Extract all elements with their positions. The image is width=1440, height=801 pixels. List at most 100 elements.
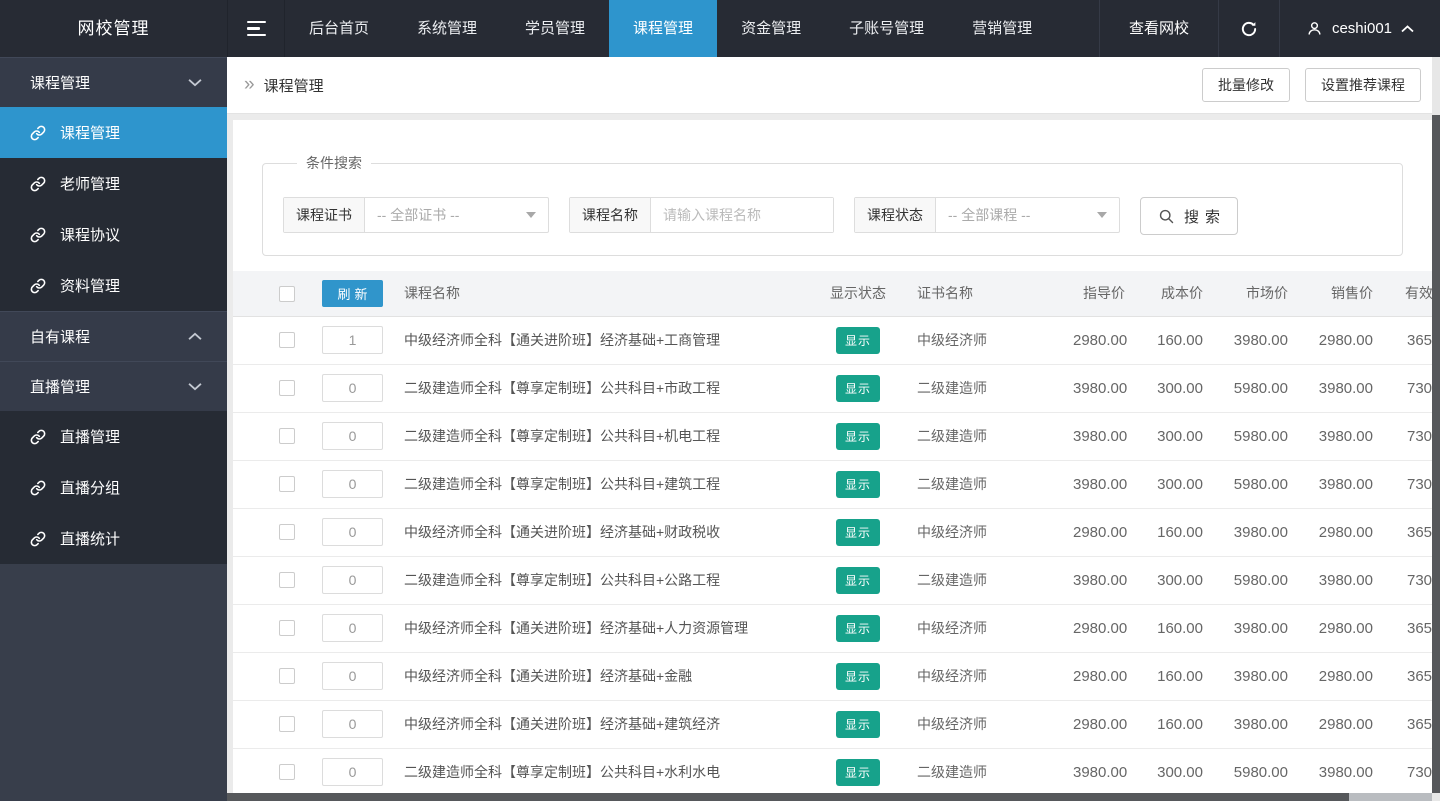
sort-order-input[interactable] bbox=[322, 566, 383, 594]
vertical-scrollbar[interactable] bbox=[1432, 57, 1440, 801]
top-nav-item[interactable]: 后台首页 bbox=[285, 0, 393, 57]
sort-order-input[interactable] bbox=[322, 374, 383, 402]
validity-days: 730 bbox=[1407, 379, 1432, 397]
sidebar-group-header[interactable]: 直播管理 bbox=[0, 361, 227, 411]
cost-price: 160.00 bbox=[1157, 619, 1203, 637]
sale-price: 2980.00 bbox=[1318, 619, 1373, 637]
course-name-input[interactable] bbox=[651, 198, 833, 232]
top-nav-item[interactable]: 系统管理 bbox=[393, 0, 501, 57]
sidebar-group-header[interactable]: 自有课程 bbox=[0, 311, 227, 361]
sidebar-item[interactable]: 直播统计 bbox=[0, 513, 227, 564]
row-checkbox[interactable] bbox=[279, 715, 295, 732]
sale-price: 2980.00 bbox=[1318, 667, 1373, 685]
cost-price: 300.00 bbox=[1157, 763, 1203, 781]
sidebar-item-label: 课程协议 bbox=[60, 227, 121, 244]
search-legend: 条件搜索 bbox=[306, 155, 362, 171]
horizontal-scrollbar[interactable] bbox=[227, 793, 1440, 801]
app-logo[interactable]: 网校管理 bbox=[0, 0, 227, 57]
cost-price: 300.00 bbox=[1157, 427, 1203, 445]
col-header-guide-price: 指导价 bbox=[1073, 271, 1151, 317]
sort-order-input[interactable] bbox=[322, 422, 383, 450]
sort-order-input[interactable] bbox=[322, 470, 383, 498]
username: ceshi001 bbox=[1331, 20, 1392, 37]
top-nav-item[interactable]: 营销管理 bbox=[948, 0, 1056, 57]
validity-days: 365 bbox=[1407, 667, 1432, 685]
market-price: 3980.00 bbox=[1233, 667, 1288, 685]
set-recommend-button[interactable]: 设置推荐课程 bbox=[1305, 68, 1421, 102]
row-checkbox[interactable] bbox=[279, 379, 295, 396]
sidebar-group-label: 课程管理 bbox=[30, 75, 91, 92]
status-badge[interactable]: 显示 bbox=[835, 374, 880, 402]
table-row: 二级建造师全科【尊享定制班】公共科目+公路工程 显示 二级建造师 3980.00… bbox=[233, 556, 1432, 604]
top-nav-item[interactable]: 资金管理 bbox=[717, 0, 825, 57]
course-status-filter: 课程状态 -- 全部课程 -- bbox=[854, 197, 1120, 233]
course-name: 中级经济师全科【通关进阶班】经济基础+财政税收 bbox=[404, 524, 721, 540]
sort-order-input[interactable] bbox=[322, 710, 383, 738]
sort-order-input[interactable] bbox=[322, 614, 383, 642]
sidebar-item[interactable]: 老师管理 bbox=[0, 158, 227, 209]
topbar-right: 查看网校 ceshi001 bbox=[1098, 0, 1440, 57]
row-checkbox[interactable] bbox=[279, 667, 295, 684]
refresh-icon[interactable] bbox=[1217, 0, 1280, 57]
sidebar-group-label: 自有课程 bbox=[30, 329, 91, 346]
row-checkbox[interactable] bbox=[279, 331, 295, 348]
link-icon bbox=[30, 176, 46, 192]
certificate-name: 二级建造师 bbox=[917, 476, 987, 492]
row-checkbox[interactable] bbox=[279, 763, 295, 780]
market-price: 3980.00 bbox=[1233, 523, 1288, 541]
certificate-filter: 课程证书 -- 全部证书 -- bbox=[283, 197, 549, 233]
status-badge[interactable]: 显示 bbox=[835, 422, 880, 450]
status-badge[interactable]: 显示 bbox=[835, 758, 880, 786]
status-badge[interactable]: 显示 bbox=[835, 326, 880, 354]
status-badge[interactable]: 显示 bbox=[835, 470, 880, 498]
sidebar-item[interactable]: 资料管理 bbox=[0, 260, 227, 311]
status-badge[interactable]: 显示 bbox=[835, 614, 880, 642]
row-checkbox[interactable] bbox=[279, 427, 295, 444]
sort-order-input[interactable] bbox=[322, 518, 383, 546]
row-checkbox[interactable] bbox=[279, 571, 295, 588]
status-badge[interactable]: 显示 bbox=[835, 710, 880, 738]
sidebar-item[interactable]: 课程管理 bbox=[0, 107, 227, 158]
top-nav-item[interactable]: 课程管理 bbox=[609, 0, 718, 57]
horizontal-scrollbar-thumb[interactable] bbox=[227, 793, 1350, 801]
select-all-checkbox[interactable] bbox=[279, 285, 295, 302]
row-checkbox[interactable] bbox=[279, 475, 295, 492]
status-badge[interactable]: 显示 bbox=[835, 566, 880, 594]
certificate-name: 二级建造师 bbox=[917, 572, 987, 588]
course-status-select[interactable]: -- 全部课程 -- bbox=[936, 198, 1119, 232]
certificate-select[interactable]: -- 全部证书 -- bbox=[365, 198, 548, 232]
user-menu[interactable]: ceshi001 bbox=[1280, 0, 1440, 57]
validity-days: 365 bbox=[1407, 715, 1432, 733]
cost-price: 160.00 bbox=[1157, 667, 1203, 685]
top-nav-item[interactable]: 学员管理 bbox=[501, 0, 609, 57]
status-badge[interactable]: 显示 bbox=[835, 518, 880, 546]
sort-order-input[interactable] bbox=[322, 326, 383, 354]
sidebar-item[interactable]: 直播分组 bbox=[0, 462, 227, 513]
market-price: 5980.00 bbox=[1233, 379, 1288, 397]
menu-toggle-icon[interactable] bbox=[227, 0, 285, 57]
sale-price: 2980.00 bbox=[1318, 523, 1373, 541]
vertical-scrollbar-thumb[interactable] bbox=[1432, 115, 1440, 793]
sidebar-item[interactable]: 课程协议 bbox=[0, 209, 227, 260]
link-icon bbox=[30, 480, 46, 496]
table-row: 二级建造师全科【尊享定制班】公共科目+建筑工程 显示 二级建造师 3980.00… bbox=[233, 460, 1432, 508]
row-checkbox[interactable] bbox=[279, 619, 295, 636]
sale-price: 2980.00 bbox=[1318, 715, 1373, 733]
sidebar-item[interactable]: 直播管理 bbox=[0, 411, 227, 462]
market-price: 5980.00 bbox=[1233, 571, 1288, 589]
search-button[interactable]: 搜索 bbox=[1140, 197, 1239, 235]
status-badge[interactable]: 显示 bbox=[835, 662, 880, 690]
row-checkbox[interactable] bbox=[279, 523, 295, 540]
sort-order-input[interactable] bbox=[322, 662, 383, 690]
guide-price: 3980.00 bbox=[1073, 763, 1128, 781]
batch-edit-button[interactable]: 批量修改 bbox=[1202, 68, 1290, 102]
view-school-link[interactable]: 查看网校 bbox=[1098, 0, 1218, 57]
certificate-select-value: -- 全部证书 -- bbox=[377, 207, 460, 223]
col-header-status: 显示状态 bbox=[823, 271, 893, 317]
top-nav: 后台首页 系统管理 学员管理 课程管理 资金管理 子账号管理 营销管理 bbox=[285, 0, 1056, 57]
sidebar-group-header[interactable]: 课程管理 bbox=[0, 57, 227, 107]
chevron-icon bbox=[188, 332, 202, 341]
top-nav-item[interactable]: 子账号管理 bbox=[825, 0, 948, 57]
refresh-button[interactable]: 刷新 bbox=[322, 279, 383, 307]
sort-order-input[interactable] bbox=[322, 758, 383, 786]
